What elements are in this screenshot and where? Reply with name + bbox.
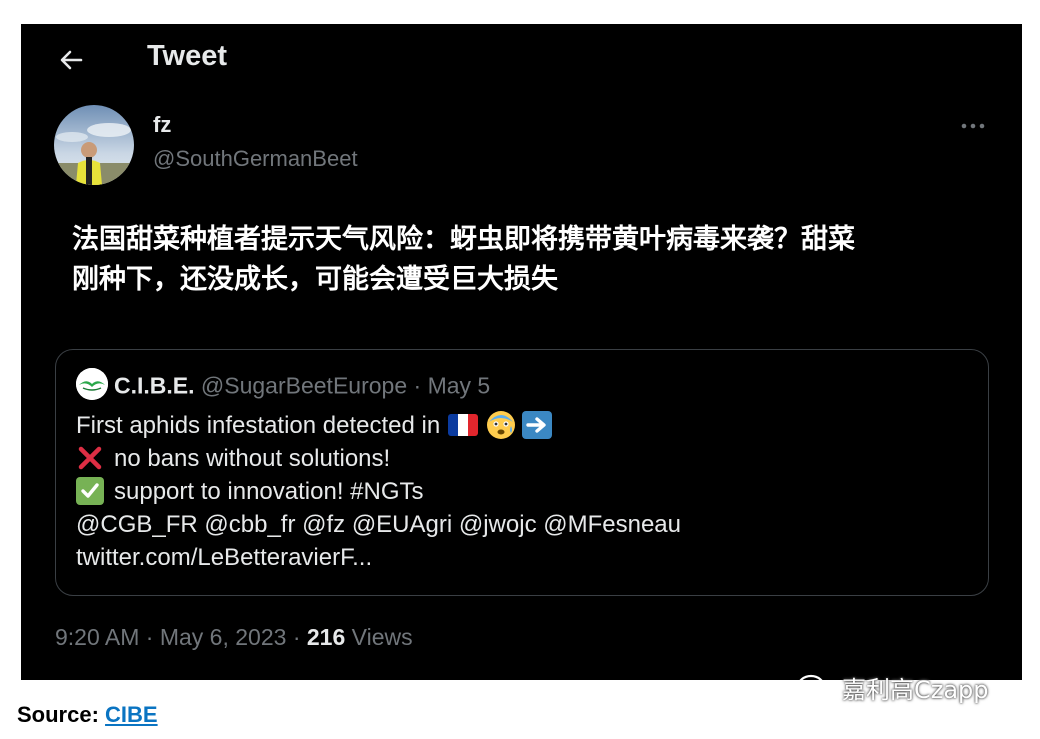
author-handle[interactable]: @SouthGermanBeet bbox=[153, 146, 358, 172]
source-link[interactable]: CIBE bbox=[105, 702, 158, 727]
tweet-date[interactable]: May 6, 2023 bbox=[160, 624, 287, 650]
france-flag-icon bbox=[448, 413, 479, 436]
source-caption: Source: CIBE bbox=[17, 702, 158, 728]
views-label: Views bbox=[351, 624, 413, 650]
wechat-icon bbox=[796, 673, 836, 709]
check-mark-icon bbox=[76, 476, 104, 505]
quoted-text: support to innovation! #NGTs bbox=[114, 478, 424, 505]
quoted-mentions[interactable]: @CGB_FR @cbb_fr @fz @EUAgri @jwojc @MFes… bbox=[76, 508, 956, 541]
separator-dot: · bbox=[413, 372, 422, 399]
quoted-tweet-header: C.I.B.E. @SugarBeetEurope · May 5 bbox=[76, 368, 491, 400]
quoted-line: First aphids infestation detected in bbox=[76, 409, 956, 442]
quoted-text: First aphids infestation detected in bbox=[76, 412, 441, 439]
top-bar: Tweet bbox=[21, 24, 1022, 94]
quoted-tweet[interactable]: C.I.B.E. @SugarBeetEurope · May 5 First … bbox=[55, 349, 989, 596]
source-label: Source: bbox=[17, 702, 99, 727]
arrow-left-icon[interactable] bbox=[57, 46, 85, 74]
page-title: Tweet bbox=[147, 40, 228, 72]
tweet-meta: 9:20 AM · May 6, 2023 · 216 Views bbox=[55, 624, 413, 651]
separator-dot: · bbox=[292, 624, 301, 650]
cross-mark-icon bbox=[76, 444, 104, 472]
quoted-tweet-body: First aphids infestation detected in no … bbox=[76, 409, 956, 574]
watermark: 嘉利高Czapp bbox=[796, 670, 989, 714]
more-horizontal-icon[interactable] bbox=[959, 116, 987, 136]
quoted-line: no bans without solutions! bbox=[76, 442, 956, 475]
watermark-text: 嘉利高Czapp bbox=[842, 676, 989, 704]
quoted-line: support to innovation! #NGTs bbox=[76, 475, 956, 508]
avatar[interactable] bbox=[54, 105, 134, 185]
tweet-screenshot: Tweet fz @SouthGermanBeet 法国甜菜种植者提示天气风险：… bbox=[21, 24, 1022, 680]
anxious-face-icon bbox=[486, 410, 516, 440]
quoted-link[interactable]: twitter.com/LeBetteravierF... bbox=[76, 541, 956, 574]
quoted-date[interactable]: May 5 bbox=[428, 373, 491, 399]
quoted-author-handle[interactable]: @SugarBeetEurope bbox=[201, 373, 407, 399]
cibe-logo-icon bbox=[76, 368, 108, 400]
tweet-text: 法国甜菜种植者提示天气风险：蚜虫即将携带黄叶病毒来袭？甜菜 刚种下，还没成长，可… bbox=[72, 220, 972, 300]
separator-dot: · bbox=[145, 624, 154, 650]
right-arrow-icon bbox=[522, 410, 553, 439]
quoted-author-name[interactable]: C.I.B.E. bbox=[114, 373, 195, 399]
tweet-text-line: 刚种下，还没成长，可能会遭受巨大损失 bbox=[72, 264, 558, 295]
tweet-time[interactable]: 9:20 AM bbox=[55, 624, 139, 650]
views-count: 216 bbox=[306, 624, 346, 650]
tweet-text-line: 法国甜菜种植者提示天气风险：蚜虫即将携带黄叶病毒来袭？甜菜 bbox=[72, 224, 855, 255]
quoted-text: no bans without solutions! bbox=[114, 445, 391, 472]
author-name[interactable]: fz bbox=[153, 112, 171, 138]
